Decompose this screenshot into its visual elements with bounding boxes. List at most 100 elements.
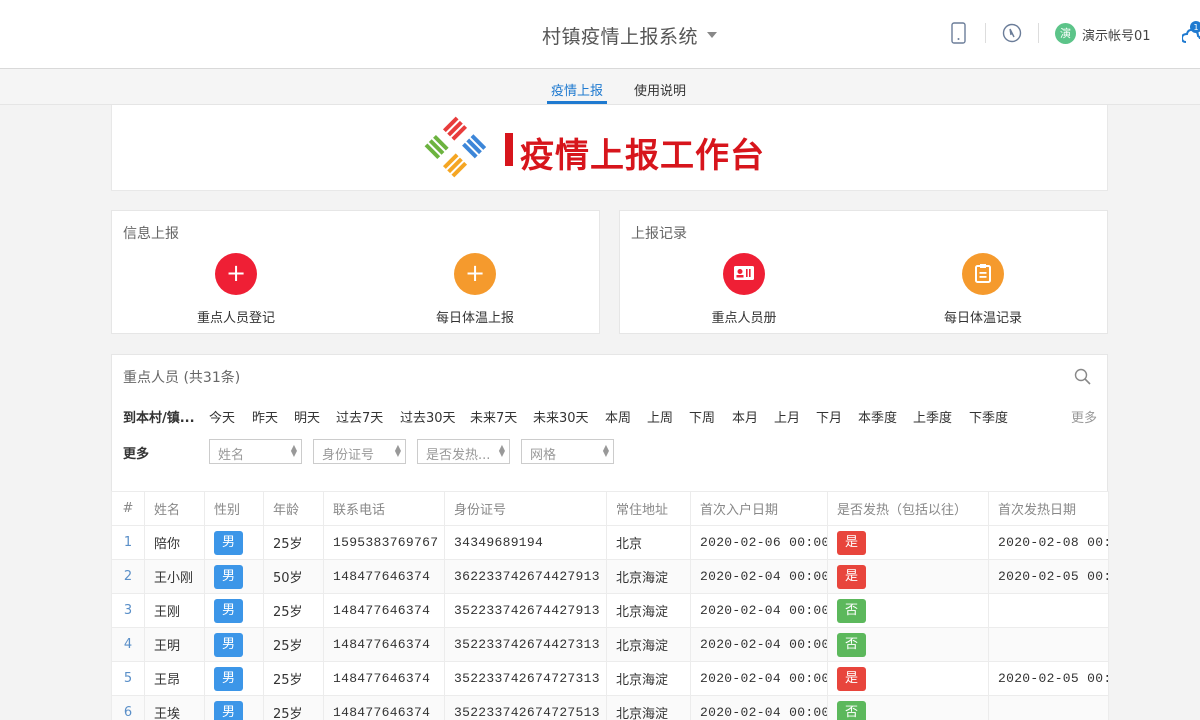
filter-past-30-days[interactable]: 过去30天 — [400, 407, 456, 426]
gender-tag: 男 — [214, 666, 243, 691]
filter-yesterday[interactable]: 昨天 — [252, 407, 278, 426]
app-title[interactable]: 村镇疫情上报系统 — [542, 22, 698, 49]
divider — [985, 23, 986, 43]
daily-temp-report-label[interactable]: 每日体温上报 — [395, 307, 555, 326]
table-row[interactable]: 3 王刚男 25岁 148477646374 352233742674427913 北京海… — [111, 593, 1109, 628]
row-address: 北京海淀 — [606, 593, 691, 628]
row-fever-cell: 否 — [827, 593, 989, 628]
row-name: 王小刚 — [144, 559, 205, 594]
fever-status-tag: 是 — [837, 530, 866, 555]
filter-last-week[interactable]: 上周 — [647, 407, 673, 426]
id-card-icon — [734, 266, 754, 280]
row-first-fever-date — [988, 593, 1109, 628]
col-index[interactable]: # — [111, 491, 145, 526]
row-first-fever-date — [988, 627, 1109, 662]
filter-next-month[interactable]: 下月 — [816, 407, 842, 426]
grid-select[interactable]: 网格 ▲ ▼ — [521, 439, 614, 464]
filter-this-week[interactable]: 本周 — [605, 407, 631, 426]
scope-filter-label[interactable]: 到本村/镇... — [123, 407, 195, 426]
row-name: 王刚 — [144, 593, 205, 628]
row-index: 2 — [111, 559, 145, 594]
compass-icon[interactable] — [1001, 21, 1023, 45]
table-row[interactable]: 4 王明男 25岁 148477646374 352233742674427313 北京海… — [111, 627, 1109, 662]
row-phone: 148477646374 — [323, 627, 445, 662]
table-row[interactable]: 2 王小刚男 50岁 148477646374 362233742674427913 北京… — [111, 559, 1109, 594]
gender-tag: 男 — [214, 530, 243, 555]
col-gender[interactable]: 性别 — [204, 491, 264, 526]
col-age[interactable]: 年龄 — [263, 491, 324, 526]
row-first-entry-date: 2020-02-04 00:00 — [690, 559, 828, 594]
row-phone: 148477646374 — [323, 593, 445, 628]
fever-select-value: 是否发热... — [426, 448, 491, 463]
person-register-list-label[interactable]: 重点人员册 — [664, 307, 824, 326]
col-phone[interactable]: 联系电话 — [323, 491, 445, 526]
col-first-fever-date[interactable]: 首次发热日期 — [988, 491, 1109, 526]
col-id-number[interactable]: 身份证号 — [444, 491, 607, 526]
avatar[interactable]: 演 — [1055, 23, 1076, 44]
tab-instructions[interactable]: 使用说明 — [634, 80, 686, 99]
filter-tomorrow[interactable]: 明天 — [294, 407, 320, 426]
chevron-down-icon[interactable] — [707, 32, 717, 38]
daily-temp-records-label[interactable]: 每日体温记录 — [903, 307, 1063, 326]
row-address: 北京海淀 — [606, 695, 691, 720]
filter-this-quarter[interactable]: 本季度 — [858, 407, 897, 426]
row-name: 陪你 — [144, 525, 205, 560]
table-row[interactable]: 5 王昂男 25岁 148477646374 352233742674727313 北京海… — [111, 661, 1109, 696]
row-id-number: 362233742674427913 — [444, 559, 607, 594]
id-number-select-value: 身份证号 — [322, 448, 375, 463]
filter-next-7-days[interactable]: 未来7天 — [470, 407, 517, 426]
row-first-entry-date: 2020-02-04 00:00 — [690, 661, 828, 696]
cloud-icon[interactable]: 1 — [1182, 20, 1200, 46]
fever-select[interactable]: 是否发热... ▲ ▼ — [417, 439, 510, 464]
plus-icon: + — [464, 259, 486, 287]
filter-next-30-days[interactable]: 未来30天 — [533, 407, 589, 426]
col-fever[interactable]: 是否发热（包括以往） — [827, 491, 989, 526]
gender-tag: 男 — [214, 598, 243, 623]
row-index: 1 — [111, 525, 145, 560]
row-first-entry-date: 2020-02-04 00:00 — [690, 627, 828, 662]
key-persons-table: # 姓名 性别 年龄 联系电话 身份证号 常住地址 首次入户日期 是否发热（包括… — [111, 491, 1109, 720]
col-name[interactable]: 姓名 — [144, 491, 205, 526]
gender-tag: 男 — [214, 564, 243, 589]
row-gender-cell: 男 — [204, 525, 264, 560]
active-tab-indicator — [547, 101, 607, 104]
row-phone: 1595383769767 — [323, 525, 445, 560]
register-person-button[interactable]: + — [215, 253, 257, 295]
filter-next-quarter[interactable]: 下季度 — [969, 407, 1008, 426]
row-index: 6 — [111, 695, 145, 720]
plus-icon: + — [225, 259, 247, 287]
table-row[interactable]: 6 王埃男 25岁 148477646374 352233742674727513 北京海… — [111, 695, 1109, 720]
mobile-icon[interactable] — [948, 21, 970, 45]
search-icon[interactable] — [1074, 368, 1092, 386]
filter-today[interactable]: 今天 — [209, 407, 235, 426]
fever-status-tag: 是 — [837, 666, 866, 691]
more-filters-link[interactable]: 更多 — [1071, 407, 1097, 426]
filter-next-week[interactable]: 下周 — [689, 407, 715, 426]
fever-status-tag: 否 — [837, 632, 866, 657]
name-select[interactable]: 姓名 ▲ ▼ — [209, 439, 302, 464]
table-row[interactable]: 1 陪你男 25岁 1595383769767 34349689194 北京 2020-02… — [111, 525, 1109, 560]
register-person-label[interactable]: 重点人员登记 — [156, 307, 316, 326]
filter-this-month[interactable]: 本月 — [732, 407, 758, 426]
row-gender-cell: 男 — [204, 593, 264, 628]
daily-temp-records-button[interactable] — [962, 253, 1004, 295]
col-first-entry-date[interactable]: 首次入户日期 — [690, 491, 828, 526]
row-first-entry-date: 2020-02-06 00:00 — [690, 525, 828, 560]
row-gender-cell: 男 — [204, 695, 264, 720]
tab-epidemic-report[interactable]: 疫情上报 — [551, 80, 603, 99]
grid-select-value: 网格 — [530, 448, 557, 463]
col-address[interactable]: 常住地址 — [606, 491, 691, 526]
account-name[interactable]: 演示帐号01 — [1082, 25, 1151, 44]
filter-last-quarter[interactable]: 上季度 — [913, 407, 952, 426]
gender-tag: 男 — [214, 700, 243, 720]
filter-last-month[interactable]: 上月 — [774, 407, 800, 426]
row-fever-cell: 否 — [827, 695, 989, 720]
id-number-select[interactable]: 身份证号 ▲ ▼ — [313, 439, 406, 464]
filter-past-7-days[interactable]: 过去7天 — [336, 407, 383, 426]
daily-temp-report-button[interactable]: + — [454, 253, 496, 295]
person-register-list-button[interactable] — [723, 253, 765, 295]
key-persons-title: 重点人员 (共31条) — [123, 370, 241, 386]
table-header-row: # 姓名 性别 年龄 联系电话 身份证号 常住地址 首次入户日期 是否发热（包括… — [111, 491, 1109, 526]
row-age: 25岁 — [263, 593, 324, 628]
more-label: 更多 — [123, 447, 150, 462]
